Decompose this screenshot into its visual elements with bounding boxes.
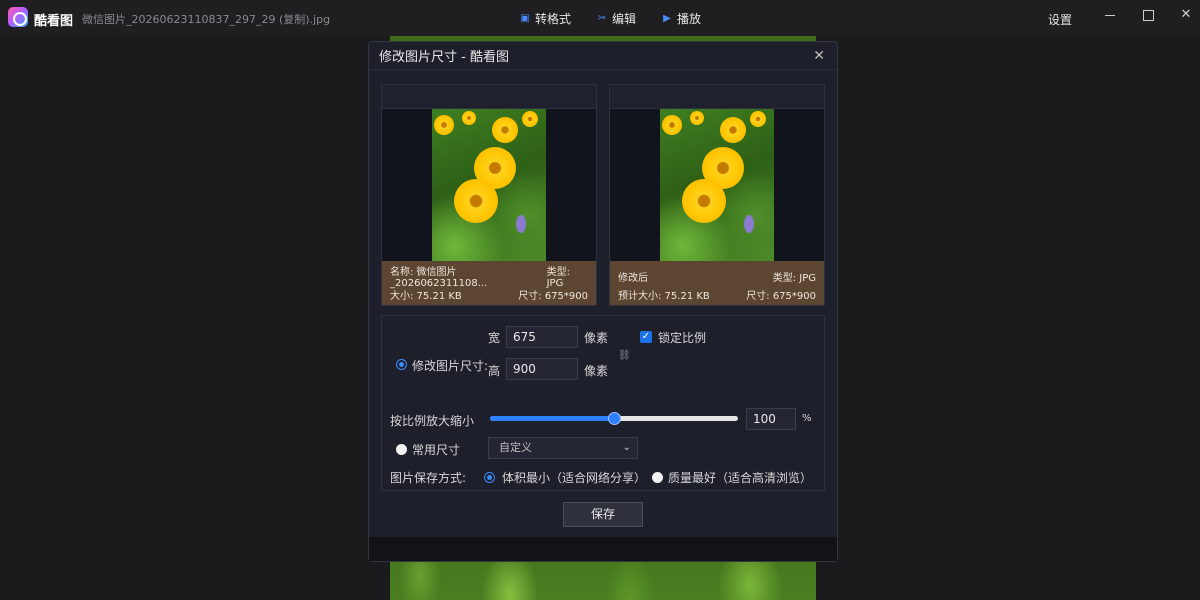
play-icon: ▶: [663, 13, 671, 24]
height-input[interactable]: 900: [506, 358, 578, 380]
preview-strip: [610, 85, 824, 109]
original-preview: 名称: 微信图片_2026062311108... 类型: JPG 大小: 75…: [381, 84, 597, 306]
height-label: 高: [488, 364, 501, 378]
scale-slider-fill: [490, 416, 614, 421]
resize-options-panel: 宽 675 像素 ✓ 锁定比例 修改图片尺寸: ⛓ 高 900 像素 按比例放大…: [381, 315, 825, 491]
convert-format-label: 转格式: [535, 12, 572, 26]
resize-mode-radio[interactable]: [396, 359, 407, 370]
save-mode-best-label: 质量最好（适合高清浏览）: [668, 471, 813, 485]
edit-label: 编辑: [612, 12, 637, 26]
resize-dialog: 修改图片尺寸 - 酷看图 ✕ 名称: 微信图片_2026062311108...…: [368, 41, 838, 562]
lock-ratio-checkbox[interactable]: ✓: [640, 331, 652, 343]
modified-preview: 修改后 类型: JPG 预计大小: 75.21 KB 尺寸: 675*900: [609, 84, 825, 306]
original-dimension-text: 尺寸: 675*900: [518, 290, 588, 302]
lock-ratio-label: 锁定比例: [658, 331, 707, 345]
dialog-header: 修改图片尺寸 - 酷看图: [369, 42, 837, 70]
width-label: 宽: [488, 331, 501, 345]
preview-image-area: [610, 109, 824, 261]
dialog-close-icon[interactable]: ✕: [813, 48, 825, 64]
save-mode-best-radio[interactable]: [652, 472, 663, 483]
toolbar: ▣ 转格式 ✂ 编辑 ▶ 播放: [520, 10, 701, 27]
modified-info-bar: 修改后 类型: JPG 预计大小: 75.21 KB 尺寸: 675*900: [610, 261, 824, 305]
title-bar: 酷看图 微信图片_20260623110837_297_29 (复制).jpg …: [0, 0, 1200, 36]
width-input[interactable]: 675: [506, 326, 578, 348]
chevron-down-icon: ⌄: [622, 442, 631, 453]
save-mode-label: 图片保存方式:: [390, 471, 467, 485]
scale-slider-thumb[interactable]: [608, 412, 621, 425]
convert-format-icon: ▣: [520, 13, 530, 24]
save-button[interactable]: 保存: [563, 502, 643, 527]
app-logo-icon: [8, 7, 28, 27]
preview-image-area: [382, 109, 596, 261]
dialog-footer: [369, 537, 837, 561]
settings-button[interactable]: 设置: [1048, 11, 1072, 28]
maximize-icon[interactable]: [1141, 8, 1155, 22]
preset-size-value: 自定义: [499, 441, 532, 454]
scale-label: 按比例放大缩小: [390, 414, 475, 428]
modified-type-text: 类型: JPG: [772, 272, 816, 284]
modified-size-text: 预计大小: 75.21 KB: [618, 290, 710, 302]
modified-thumbnail: [660, 109, 774, 261]
modified-dimension-text: 尺寸: 675*900: [746, 290, 816, 302]
preview-strip: [382, 85, 596, 109]
modified-name-text: 修改后: [618, 272, 648, 284]
play-button[interactable]: ▶ 播放: [662, 10, 701, 27]
preset-size-label: 常用尺寸: [412, 443, 461, 457]
original-thumbnail: [432, 109, 546, 261]
original-type-text: 类型: JPG: [546, 267, 570, 289]
save-mode-small-label: 体积最小（适合网络分享）: [502, 471, 647, 485]
original-name-text: 名称: 微信图片_2026062311108...: [390, 267, 488, 289]
original-size-text: 大小: 75.21 KB: [390, 290, 462, 302]
minimize-icon[interactable]: [1103, 8, 1117, 22]
app-name: 酷看图: [34, 14, 74, 29]
scale-slider[interactable]: [490, 412, 738, 425]
scale-input[interactable]: 100: [746, 408, 796, 430]
resize-mode-label: 修改图片尺寸:: [412, 359, 489, 373]
convert-format-button[interactable]: ▣ 转格式: [520, 10, 571, 27]
link-icon: ⛓: [618, 350, 631, 361]
percent-sign: %: [802, 413, 812, 424]
close-window-icon[interactable]: ✕: [1179, 8, 1193, 22]
width-unit-label: 像素: [584, 331, 609, 345]
edit-button[interactable]: ✂ 编辑: [597, 10, 636, 27]
file-name: 微信图片_20260623110837_297_29 (复制).jpg: [82, 13, 331, 26]
preset-size-select[interactable]: 自定义 ⌄: [488, 437, 638, 459]
dialog-title: 修改图片尺寸 - 酷看图: [379, 50, 509, 65]
scissors-icon: ✂: [597, 13, 607, 24]
preset-size-radio[interactable]: [396, 444, 407, 455]
save-mode-small-radio[interactable]: [484, 472, 495, 483]
height-unit-label: 像素: [584, 364, 609, 378]
original-info-bar: 名称: 微信图片_2026062311108... 类型: JPG 大小: 75…: [382, 261, 596, 305]
play-label: 播放: [677, 12, 702, 26]
